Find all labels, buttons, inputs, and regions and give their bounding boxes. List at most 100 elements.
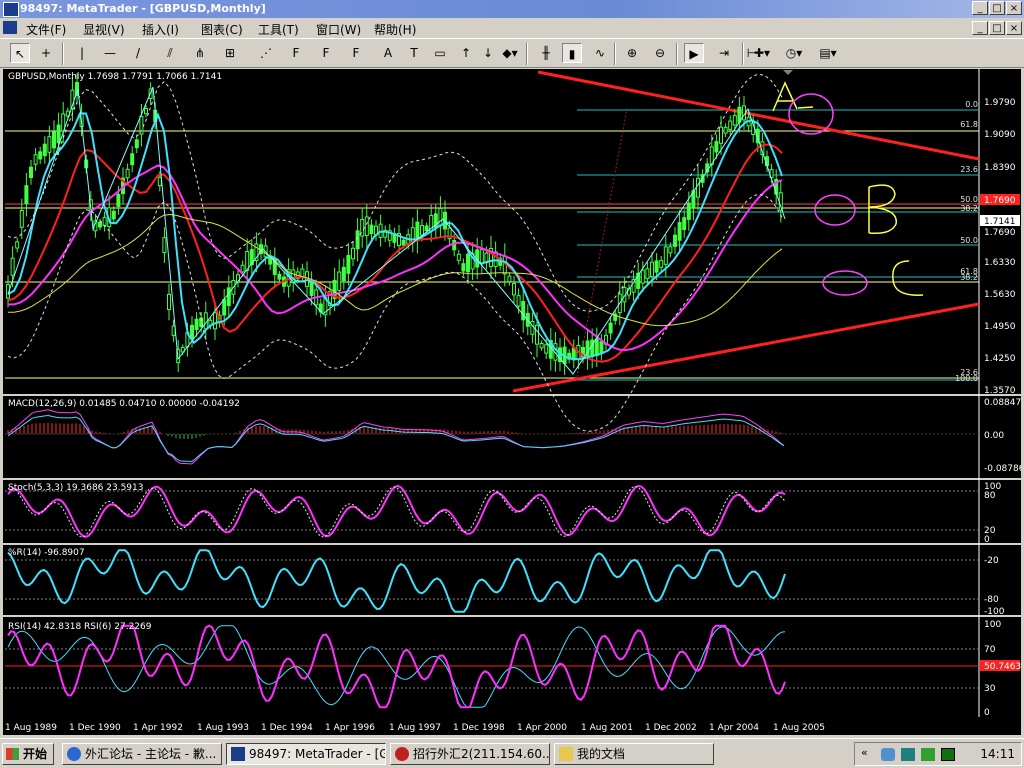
bar-chart-icon[interactable]: ╫ [536,43,556,63]
templates-icon[interactable]: ▤▾ [818,43,838,63]
task-my-documents[interactable]: 我的文档 [554,743,714,765]
fibo-label: 38.2 [960,273,978,282]
price-panel-header: GBPUSD,Monthly 1.7698 1.7791 1.7066 1.71… [8,72,222,82]
line-chart-icon[interactable]: ∿ [590,43,610,63]
rsi-tick: 0 [984,708,990,718]
candle-body [15,241,20,249]
candle-body [226,287,231,307]
menu-file[interactable]: 文件(F) [26,21,66,38]
task-metatrader[interactable]: 98497: MetaTrader - [GB... [226,743,386,765]
candle-body [98,221,102,228]
candle-body [364,216,369,236]
candle-body [663,246,668,265]
candle-body [659,260,664,268]
menu-insert[interactable]: 插入(I) [142,21,179,38]
image-icon[interactable]: ▭ [430,43,450,63]
candle-body [144,108,148,115]
candle-body [167,293,171,311]
fan-icon[interactable]: ⋰ [256,43,276,63]
child-minimize-button[interactable]: _ [972,21,988,35]
candle-body [424,225,429,232]
window-title: 98497: MetaTrader - [GBPUSD,Monthly] [20,2,266,15]
date-label: 1 Aug 1989 [5,723,57,733]
candle-body [650,261,654,278]
task-bank-forex[interactable]: 招行外汇2(211.154.60.... [390,743,550,765]
start-label: 开始 [23,747,48,761]
price-tick: 1.4950 [984,322,1016,332]
candle-body [29,166,33,178]
candle-body [696,177,700,198]
task-forum-browser[interactable]: 外汇论坛 - 主论坛 - 歉... [62,743,222,765]
fibo-retracement-icon[interactable]: F [286,43,306,63]
toolbar-separator [614,43,616,65]
minimize-button[interactable]: _ [972,1,988,15]
channel-icon[interactable]: ⫽ [160,43,180,63]
date-label: 1 Aug 1997 [389,723,441,733]
trendline-icon[interactable]: / [128,43,148,63]
menu-tools[interactable]: 工具(T) [258,21,299,38]
candle-body [351,247,355,260]
pitchfork-icon[interactable]: ⋔ [190,43,210,63]
autoscroll-icon[interactable]: ▶ [684,43,704,63]
zoom-in-icon[interactable]: ⊕ [622,43,642,63]
indicators-icon[interactable]: ✚▾ [752,43,772,63]
candle-body [732,115,737,126]
menu-view[interactable]: 显视(V) [83,21,125,38]
wpr-header: %R(14) -96.8907 [8,548,85,558]
candle-chart-icon[interactable]: ▮ [562,43,582,63]
wpr-tick: -20 [984,556,999,566]
price-tick: 1.8390 [984,163,1016,173]
stoch-tick: 80 [984,491,996,501]
system-tray: « 14:11 [854,742,1022,766]
candle-body [654,260,659,273]
vertical-line-icon[interactable]: | [72,43,92,63]
candle-body [42,143,47,157]
candle-body [56,124,61,144]
child-restore-button[interactable]: □ [989,21,1005,35]
price-tick: 1.3570 [984,386,1016,396]
menu-help[interactable]: 帮助(H) [374,21,416,38]
arrow-up-icon[interactable]: ↑ [456,43,476,63]
arrows-icon[interactable]: ◆▾ [500,43,520,63]
date-label: 1 Apr 1992 [133,723,183,733]
crosshair-icon[interactable]: + [36,43,56,63]
cursor-icon[interactable]: ↖ [10,43,30,63]
menu-window[interactable]: 窗口(W) [316,21,361,38]
app-tray-icon[interactable] [941,748,955,761]
tray-expand-icon[interactable]: « [861,746,868,759]
chart-window-icon[interactable] [3,21,17,34]
chart-shift-icon[interactable]: ⇥ [714,43,734,63]
price-tick: 1.7690 [984,228,1016,238]
maximize-button[interactable]: □ [989,1,1005,15]
volume-icon[interactable] [901,748,915,761]
close-button[interactable]: × [1006,1,1022,15]
candle-body [203,312,208,330]
text-label-icon[interactable]: T [404,43,424,63]
fibo-label: 50.0 [960,236,978,245]
candle-body [33,154,38,165]
text-icon[interactable]: A [378,43,398,63]
candle-body [479,249,484,265]
menu-charts[interactable]: 图表(C) [201,21,243,38]
start-button[interactable]: 开始 [2,743,54,765]
candle-body [111,210,116,220]
gbpusd-monthly-chart[interactable]: A B C 0.0 61.8 23.6 50.0 38.2 50.0 61.8 … [3,69,1021,735]
horizontal-line-icon[interactable]: — [100,43,120,63]
candle-body [300,268,305,278]
periods-icon[interactable]: ◷▾ [784,43,804,63]
zoom-out-icon[interactable]: ⊖ [650,43,670,63]
antivirus-icon[interactable] [921,748,935,761]
candle-body [337,271,342,291]
arrow-down-icon[interactable]: ↓ [478,43,498,63]
price-tick: 1.4250 [984,354,1016,364]
candle-body [640,269,645,284]
gann-icon[interactable]: ⊞ [220,43,240,63]
red-price-tag-label: 1.7690 [984,196,1016,206]
taskbar: 开始 外汇论坛 - 主论坛 - 歉... 98497: MetaTrader -… [0,738,1024,768]
fibo-fan-icon[interactable]: F [346,43,366,63]
fibo-expansion-icon[interactable]: F [316,43,336,63]
child-close-button[interactable]: × [1006,21,1022,35]
price-tick: 1.9090 [984,130,1016,140]
price-tick: 1.6330 [984,258,1016,268]
network-icon[interactable] [881,748,895,761]
